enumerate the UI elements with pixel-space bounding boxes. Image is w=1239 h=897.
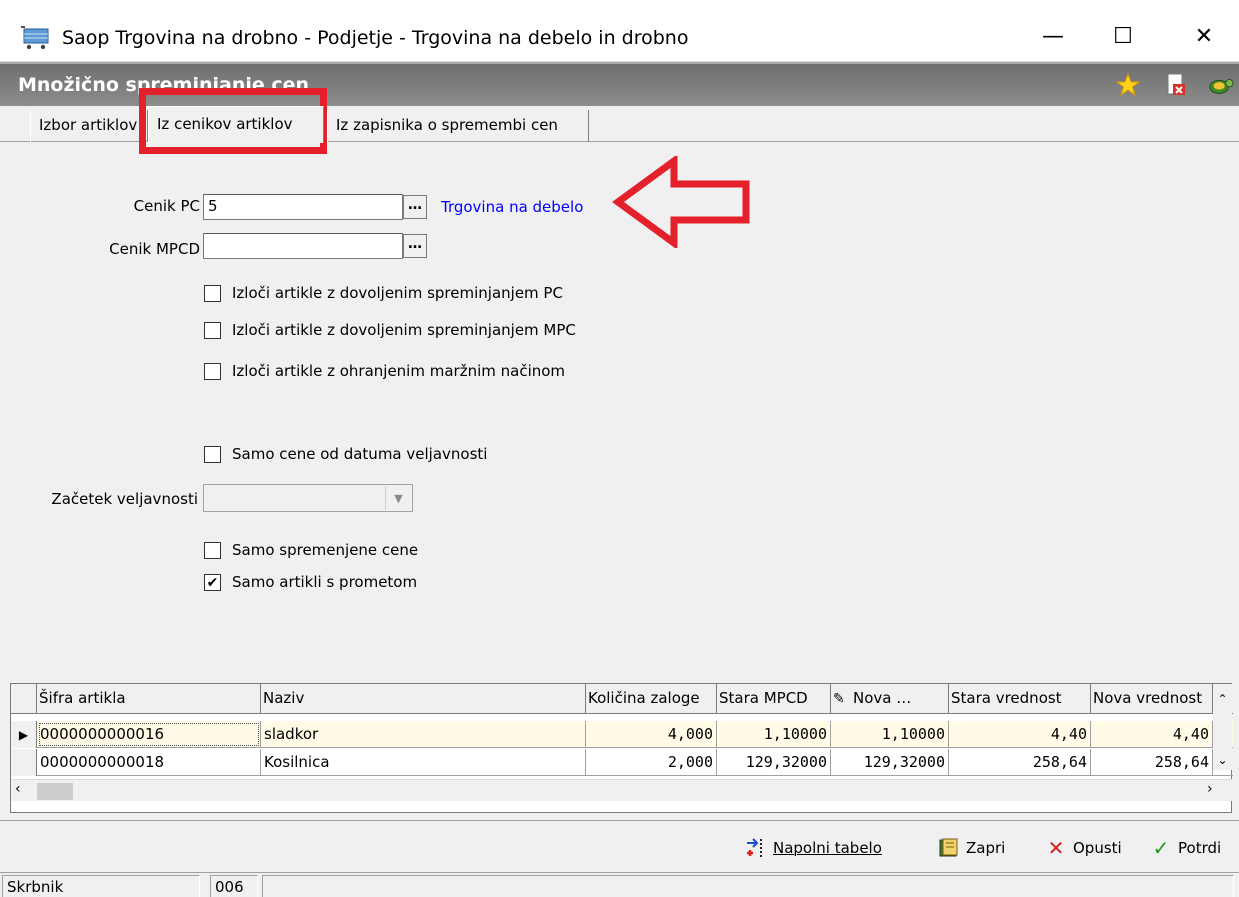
zacetek-veljavnosti-label: Začetek veljavnosti <box>51 490 198 508</box>
cancel-x-icon: ✕ <box>1047 836 1065 860</box>
horizontal-scroll-thumb[interactable] <box>37 783 73 800</box>
cenik-pc-label: Cenik PC <box>133 197 200 215</box>
row-indicator <box>11 749 37 776</box>
pencil-icon: ✎ <box>833 691 845 707</box>
zacetek-veljavnosti-select[interactable]: ▼ <box>203 484 413 512</box>
bottom-separator <box>0 820 1239 821</box>
izloci-pc-checkbox[interactable] <box>204 285 221 302</box>
cell-stara-vrednost[interactable]: 258,64 <box>949 749 1091 776</box>
cenik-mpcd-label: Cenik MPCD <box>109 240 200 258</box>
potrdi-button[interactable]: ✓ Potrdi <box>1150 834 1222 862</box>
samo-cene-datum-checkbox[interactable] <box>204 446 221 463</box>
tab-strip: Izbor artiklov Iz cenikov artiklov Iz za… <box>0 106 1239 143</box>
grid-header: Šifra artikla Naziv Količina zaloge Star… <box>11 684 1233 714</box>
tab-iz-zapisnika[interactable]: Iz zapisnika o spremembi cen <box>327 110 589 142</box>
status-code: 006 <box>210 875 258 897</box>
cell-nova[interactable]: 1,10000 <box>831 721 949 748</box>
fill-table-icon <box>745 837 767 859</box>
opusti-button[interactable]: ✕ Opusti <box>1045 834 1122 862</box>
izloci-pc-label: Izloči artikle z dovoljenim spreminjanje… <box>232 284 563 302</box>
tab-iz-cenikov-artiklov[interactable]: Iz cenikov artiklov <box>148 106 324 143</box>
opusti-label: Opusti <box>1073 839 1122 857</box>
horizontal-scrollbar[interactable]: ‹ › <box>11 779 1233 801</box>
scroll-left-icon[interactable]: ‹ <box>15 781 21 797</box>
cell-stara-vrednost[interactable]: 4,40 <box>949 721 1091 748</box>
samo-cene-datum-label: Samo cene od datuma veljavnosti <box>232 445 488 463</box>
vertical-scrollbar[interactable]: ⌃ ⌄ <box>1213 684 1232 770</box>
annotation-arrow-icon <box>612 156 750 248</box>
col-header-sifra[interactable]: Šifra artikla <box>37 684 261 714</box>
col-header-stara-vrednost[interactable]: Stara vrednost <box>949 684 1091 714</box>
turtle-icon[interactable] <box>1208 72 1234 98</box>
col-header-nova[interactable]: ✎ Nova … <box>831 684 949 714</box>
col-header-nova-label: Nova … <box>853 689 912 707</box>
cell-nova-vrednost[interactable]: 258,64 <box>1091 749 1213 776</box>
col-header-stara-mpcd-label: Stara MPCD <box>719 689 808 707</box>
table-row[interactable]: 0000000000018 Kosilnica 2,000 129,32000 … <box>11 749 1233 776</box>
izloci-marzni-checkbox[interactable] <box>204 363 221 380</box>
cell-sifra[interactable]: 0000000000016 <box>37 721 261 748</box>
izloci-marzni-label: Izloči artikle z ohranjenim maržnim nači… <box>232 362 566 380</box>
scroll-down-icon[interactable]: ⌄ <box>1213 750 1232 770</box>
scroll-right-icon[interactable]: › <box>1207 781 1213 797</box>
minimize-button[interactable]: — <box>1018 10 1088 62</box>
cell-kolicina[interactable]: 2,000 <box>586 749 717 776</box>
cell-kolicina[interactable]: 4,000 <box>586 721 717 748</box>
cenik-mpcd-browse-button[interactable]: … <box>403 234 427 258</box>
izloci-mpc-label: Izloči artikle z dovoljenim spreminjanje… <box>232 321 576 339</box>
napolni-tabelo-label: Napolni tabelo <box>773 839 882 857</box>
samo-promet-checkbox[interactable]: ✔ <box>204 574 221 591</box>
articles-grid[interactable]: Šifra artikla Naziv Količina zaloge Star… <box>10 683 1233 813</box>
cell-nova[interactable]: 129,32000 <box>831 749 949 776</box>
scroll-up-icon[interactable]: ⌃ <box>1213 684 1232 714</box>
checkmark-icon: ✓ <box>1152 836 1170 860</box>
chevron-down-icon[interactable]: ▼ <box>385 486 411 510</box>
cell-sifra[interactable]: 0000000000018 <box>37 749 261 776</box>
cell-stara-mpcd[interactable]: 1,10000 <box>717 721 831 748</box>
potrdi-label: Potrdi <box>1178 839 1222 857</box>
tab-izbor-artiklov[interactable]: Izbor artiklov <box>30 110 148 142</box>
izloci-mpc-checkbox[interactable] <box>204 322 221 339</box>
status-message <box>262 875 1234 897</box>
cell-naziv[interactable]: Kosilnica <box>261 749 586 776</box>
cell-naziv[interactable]: sladkor <box>261 721 586 748</box>
cenik-pc-description: Trgovina na debelo <box>441 198 584 216</box>
window-titlebar[interactable]: Saop Trgovina na drobno - Podjetje - Trg… <box>0 0 1239 62</box>
window-title: Saop Trgovina na drobno - Podjetje - Trg… <box>62 27 689 49</box>
grid-corner <box>11 684 37 714</box>
close-button[interactable]: ✕ <box>1169 10 1239 62</box>
shopping-cart-icon <box>21 26 49 50</box>
row-indicator-icon: ▶ <box>11 721 37 748</box>
cenik-pc-input[interactable]: 5 <box>203 194 403 220</box>
samo-spremenjene-label: Samo spremenjene cene <box>232 541 419 559</box>
cell-stara-mpcd[interactable]: 129,32000 <box>717 749 831 776</box>
book-icon <box>938 837 960 859</box>
col-header-kolicina[interactable]: Količina zaloge <box>586 684 717 714</box>
napolni-tabelo-button[interactable]: Napolni tabelo <box>745 834 882 862</box>
zapri-button[interactable]: Zapri <box>938 834 1005 862</box>
col-header-nova-vrednost[interactable]: Nova vrednost <box>1091 684 1213 714</box>
cenik-pc-browse-button[interactable]: … <box>403 195 427 219</box>
maximize-button[interactable]: ☐ <box>1088 10 1158 62</box>
table-row[interactable]: ▶ 0000000000016 sladkor 4,000 1,10000 1,… <box>11 721 1233 748</box>
col-header-stara-mpcd[interactable]: Stara MPCD <box>717 684 831 714</box>
cell-nova-vrednost[interactable]: 4,40 <box>1091 721 1213 748</box>
samo-spremenjene-checkbox[interactable] <box>204 542 221 559</box>
star-icon[interactable] <box>1115 72 1141 98</box>
zapri-label: Zapri <box>966 839 1006 857</box>
col-header-naziv[interactable]: Naziv <box>261 684 586 714</box>
samo-promet-label: Samo artikli s prometom <box>232 573 418 591</box>
status-user: Skrbnik <box>2 875 200 897</box>
document-delete-icon[interactable] <box>1163 72 1189 98</box>
status-bar: Skrbnik 006 <box>0 872 1239 897</box>
cenik-mpcd-input[interactable] <box>203 233 403 259</box>
